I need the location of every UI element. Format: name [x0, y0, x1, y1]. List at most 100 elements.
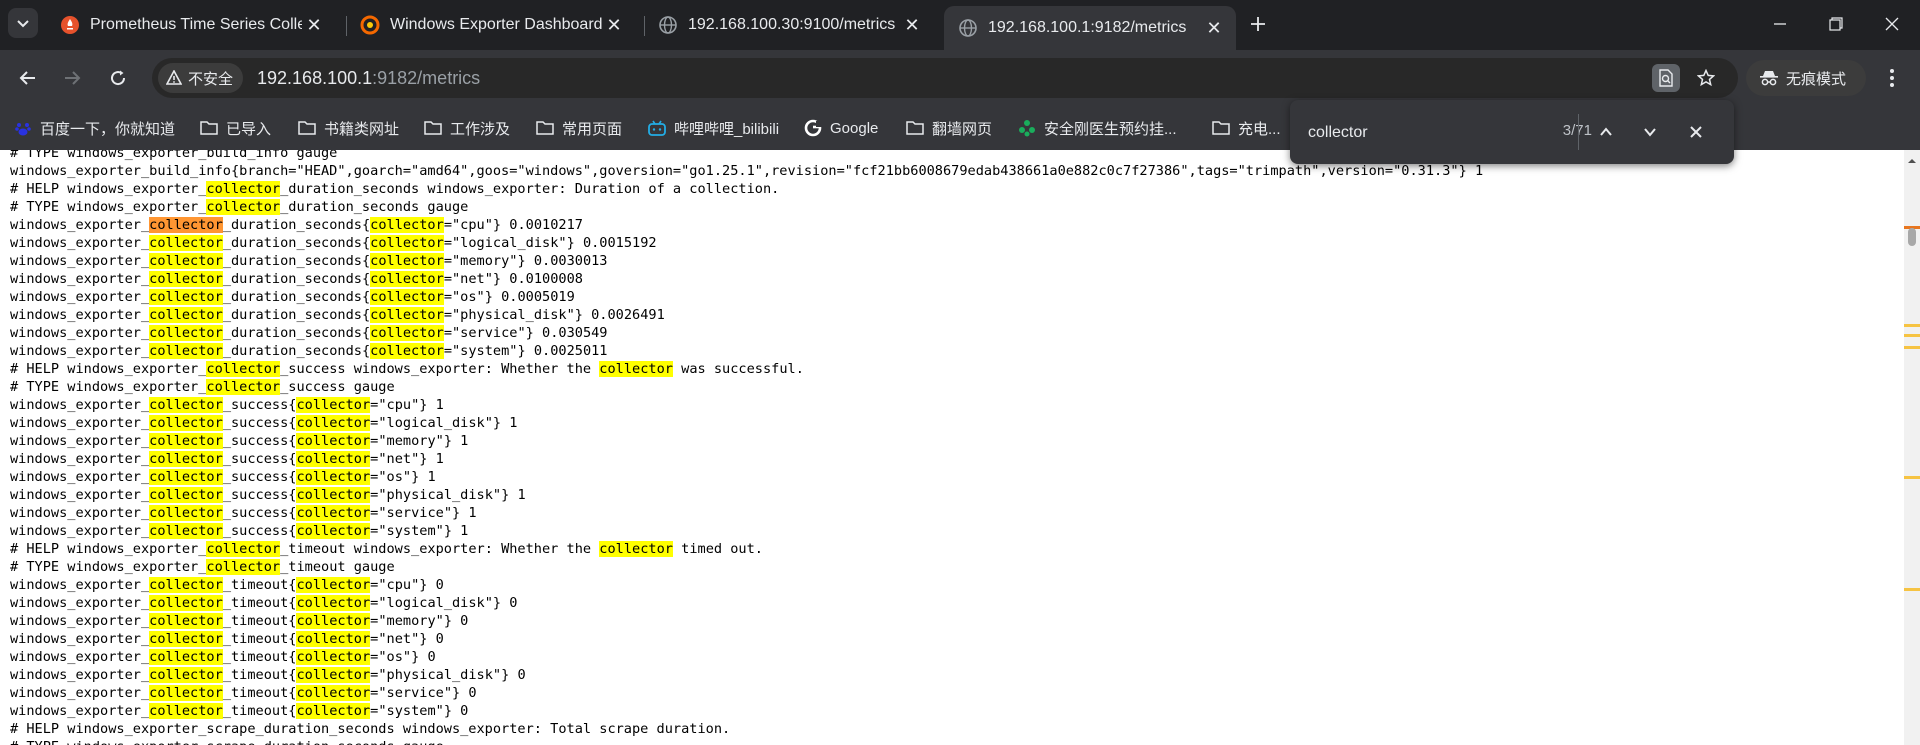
metric-line: windows_exporter_collector_timeout{colle…	[10, 631, 444, 647]
metric-line: # TYPE windows_exporter_scrape_duration_…	[10, 738, 1483, 745]
url-text[interactable]: 192.168.100.1:9182/metrics	[257, 68, 480, 89]
search-highlight: collector	[370, 253, 444, 269]
minimize-button[interactable]	[1752, 0, 1808, 48]
metric-line: windows_exporter_collector_success{colle…	[10, 469, 436, 485]
bookmark-folder-charge[interactable]: 充电...	[1212, 114, 1281, 142]
find-in-page-button[interactable]	[1652, 64, 1680, 92]
metric-line: windows_exporter_collector_success{colle…	[10, 487, 526, 503]
search-highlight: collector	[296, 523, 371, 539]
scrollbar-thumb[interactable]	[1908, 228, 1916, 246]
bookmark-health[interactable]: 安全刚医生预约挂...	[1018, 114, 1177, 142]
search-highlight: collector	[296, 397, 371, 413]
security-indicator[interactable]: 不安全	[158, 63, 244, 93]
bookmark-folder-proxy[interactable]: 翻墙网页	[906, 114, 992, 142]
bookmark-label: 书籍类网址	[324, 120, 400, 138]
chevron-down-icon	[17, 20, 29, 28]
search-highlight: collector	[149, 253, 223, 269]
find-input[interactable]	[1306, 118, 1510, 148]
tab-metrics-100-30[interactable]: 192.168.100.30:9100/metrics ✕	[644, 6, 934, 44]
globe-icon	[658, 15, 678, 35]
bookmark-baidu[interactable]: 百度一下，你就知道	[14, 114, 175, 142]
find-result-marker	[1904, 324, 1920, 327]
search-highlight: collector	[206, 361, 281, 377]
metric-line: windows_exporter_collector_timeout{colle…	[10, 685, 477, 701]
bookmark-folder-work[interactable]: 工作涉及	[424, 114, 510, 142]
browser-menu-button[interactable]	[1878, 64, 1906, 92]
tab-search-button[interactable]	[8, 8, 38, 38]
bookmark-google[interactable]: Google	[804, 114, 878, 142]
reload-button[interactable]	[102, 62, 134, 94]
search-highlight: collector	[370, 307, 444, 323]
metric-line: windows_exporter_collector_duration_seco…	[10, 217, 583, 233]
search-highlight: collector	[599, 541, 673, 557]
globe-icon	[958, 18, 978, 38]
search-highlight: collector	[149, 343, 223, 359]
search-highlight: collector	[206, 199, 281, 215]
tab-prometheus[interactable]: Prometheus Time Series Colle ✕	[46, 6, 336, 44]
bookmark-folder-imported[interactable]: 已导入	[200, 114, 271, 142]
close-icon[interactable]: ✕	[302, 13, 326, 37]
grafana-icon	[360, 15, 380, 35]
search-highlight: collector	[149, 667, 223, 683]
metric-line: windows_exporter_collector_success{colle…	[10, 451, 444, 467]
close-icon	[1885, 17, 1899, 31]
chevron-down-icon	[1644, 128, 1656, 137]
tab-title: Windows Exporter Dashboard	[390, 16, 602, 33]
window-close-button[interactable]	[1864, 0, 1920, 48]
address-bar[interactable]: 不安全 192.168.100.1:9182/metrics	[152, 58, 1738, 98]
tab-metrics-100-1[interactable]: 192.168.100.1:9182/metrics ✕	[944, 6, 1236, 50]
search-highlight: collector	[296, 613, 371, 629]
folder-icon	[906, 119, 924, 137]
tab-grafana[interactable]: Windows Exporter Dashboard ✕	[346, 6, 636, 44]
url-host: 192.168.100.1	[257, 67, 373, 88]
tab-title: 192.168.100.30:9100/metrics	[688, 16, 896, 33]
close-icon[interactable]: ✕	[900, 13, 924, 37]
metric-line: windows_exporter_collector_duration_seco…	[10, 343, 608, 359]
scroll-up-icon[interactable]	[1907, 156, 1917, 166]
bookmark-bilibili[interactable]: 哔哩哔哩_bilibili	[648, 114, 779, 142]
metric-line: windows_exporter_collector_timeout{colle…	[10, 649, 436, 665]
metric-line: # HELP windows_exporter_collector_succes…	[10, 361, 804, 377]
restore-icon	[1829, 17, 1843, 31]
bookmark-star-button[interactable]	[1692, 64, 1720, 92]
back-button[interactable]	[12, 62, 44, 94]
bookmark-label: 哔哩哔哩_bilibili	[674, 120, 780, 138]
metrics-text: # TYPE windows_exporter_build_info gauge…	[10, 150, 1483, 745]
star-icon	[1697, 69, 1715, 87]
search-highlight: collector	[296, 631, 371, 647]
toolbar: 不安全 192.168.100.1:9182/metrics 无痕模式	[0, 50, 1920, 106]
metric-line: windows_exporter_collector_duration_seco…	[10, 235, 657, 251]
maximize-button[interactable]	[1808, 0, 1864, 48]
warning-icon	[166, 70, 182, 85]
forward-button[interactable]	[56, 62, 88, 94]
search-highlight: collector	[296, 505, 371, 521]
find-result-count: 3/71	[1520, 122, 1592, 139]
find-result-marker	[1904, 346, 1920, 349]
bookmark-label: 工作涉及	[450, 120, 511, 138]
search-highlight: collector	[296, 595, 371, 611]
metric-line: windows_exporter_collector_success{colle…	[10, 397, 444, 413]
bookmark-folder-books[interactable]: 书籍类网址	[298, 114, 399, 142]
metric-line: windows_exporter_collector_timeout{colle…	[10, 613, 469, 629]
find-close-button[interactable]	[1682, 118, 1710, 146]
close-icon[interactable]: ✕	[602, 13, 626, 37]
search-highlight: collector	[370, 217, 444, 233]
vertical-scrollbar[interactable]	[1904, 150, 1920, 745]
health-icon	[1018, 119, 1036, 137]
bookmark-folder-common[interactable]: 常用页面	[536, 114, 622, 142]
incognito-chip[interactable]: 无痕模式	[1746, 60, 1866, 96]
bookmark-label: 常用页面	[562, 120, 623, 138]
search-highlight: collector	[599, 361, 673, 377]
find-next-button[interactable]	[1636, 118, 1664, 146]
find-previous-button[interactable]	[1592, 118, 1620, 146]
new-tab-button[interactable]	[1244, 10, 1272, 38]
search-highlight: collector	[149, 325, 223, 341]
metric-line: windows_exporter_collector_timeout{colle…	[10, 595, 518, 611]
metric-line: # TYPE windows_exporter_collector_timeou…	[10, 559, 395, 575]
search-highlight: collector	[370, 271, 444, 287]
bilibili-icon	[648, 119, 666, 137]
plus-icon	[1251, 17, 1265, 31]
metric-line: # TYPE windows_exporter_collector_durati…	[10, 199, 469, 215]
close-icon[interactable]: ✕	[1202, 16, 1226, 40]
search-highlight: collector	[149, 505, 223, 521]
